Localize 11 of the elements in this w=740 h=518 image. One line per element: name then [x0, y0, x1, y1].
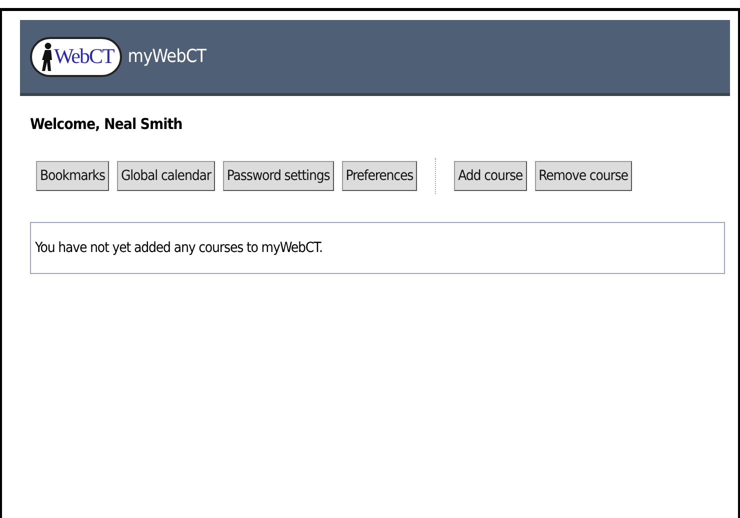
toolbar-button[interactable]: Remove course: [534, 161, 632, 191]
figure-icon: [40, 42, 54, 72]
message-text: You have not yet added any courses to myWebCT.: [35, 240, 322, 256]
toolbar-button[interactable]: Preferences: [342, 161, 418, 191]
logo-text: WebCT: [54, 44, 114, 69]
welcome-text: Welcome, Neal Smith: [30, 115, 184, 133]
toolbar-button[interactable]: Password settings: [222, 161, 334, 191]
app-title: myWebCT: [128, 46, 206, 67]
toolbar-button[interactable]: Add course: [454, 161, 527, 191]
toolbar-button[interactable]: Global calendar: [116, 161, 215, 191]
toolbar-button[interactable]: Bookmarks: [36, 161, 109, 191]
